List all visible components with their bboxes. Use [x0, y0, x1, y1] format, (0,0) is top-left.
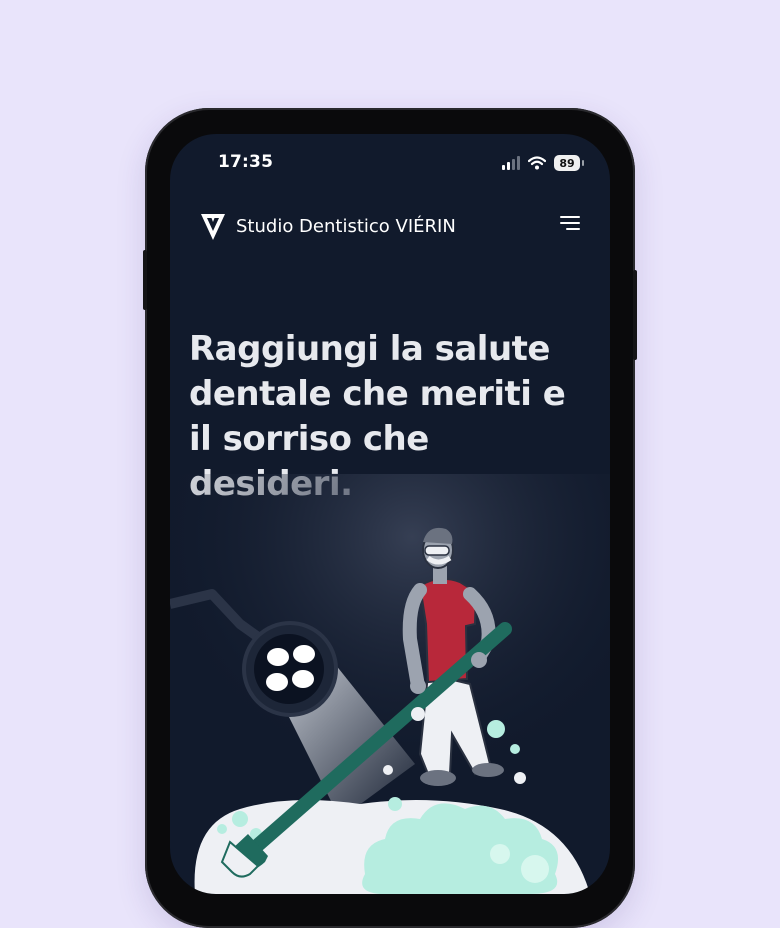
signal-bars-icon: [502, 156, 520, 170]
phone-side-button: [143, 250, 147, 310]
battery-indicator: 89: [554, 155, 584, 171]
dentist-illustration: [170, 474, 610, 894]
phone-power-button: [633, 270, 637, 360]
site-header: Studio Dentistico VIÉRIN: [200, 212, 580, 242]
vierin-logo-icon[interactable]: [200, 212, 226, 242]
wifi-icon: [528, 156, 546, 170]
brand-name[interactable]: Studio Dentistico VIÉRIN: [236, 216, 456, 237]
phone-screen: 17:35 89 Studio Dentistico VIÉRIN Raggiu…: [170, 134, 610, 894]
hamburger-menu-icon[interactable]: [558, 214, 580, 234]
status-icons: 89: [502, 154, 584, 172]
status-time: 17:35: [218, 152, 274, 172]
dental-lamp-icon: [242, 621, 338, 717]
